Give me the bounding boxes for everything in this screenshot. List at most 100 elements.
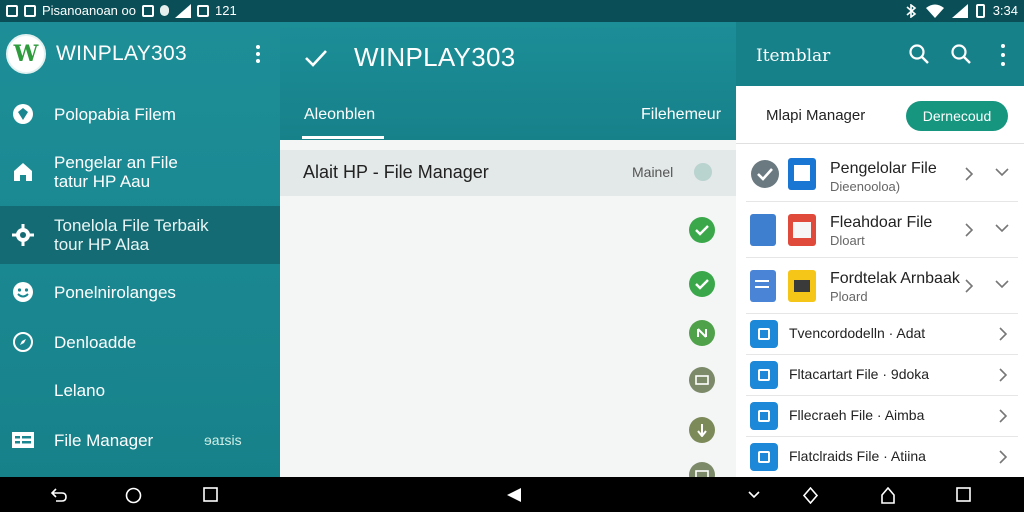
folder-icon	[750, 402, 778, 430]
panel-header: Mlapi Manager Dernecoud	[736, 86, 1024, 144]
list-header-title: Alait HP - File Manager	[303, 162, 489, 182]
right-toolbar-title: Itemblar	[756, 46, 831, 66]
chevron-right-icon[interactable]	[998, 409, 1008, 423]
chevron-right-icon[interactable]	[964, 278, 974, 293]
status-circle-icon[interactable]	[689, 417, 715, 443]
drawer-item-ponelnirolanges[interactable]: Ponelnirolanges	[0, 266, 280, 318]
recents-icon[interactable]	[203, 487, 218, 502]
folder-row[interactable]: Fllecraeh File · Aimba	[746, 396, 1018, 437]
check-icon[interactable]	[304, 48, 328, 68]
chevron-right-icon[interactable]	[998, 450, 1008, 464]
gear-icon	[11, 223, 35, 247]
chevron-right-icon[interactable]	[998, 368, 1008, 382]
right-toolbar: Itemblar	[736, 22, 1024, 86]
list-header-meta: Mainel	[632, 164, 674, 180]
file-row-title: Fleahdoar File	[830, 214, 933, 231]
chevron-down-icon[interactable]	[995, 279, 1009, 289]
chevron-down-icon[interactable]	[995, 223, 1009, 233]
download-button[interactable]: Dernecoud	[906, 101, 1008, 131]
doc-blue-icon	[750, 214, 776, 246]
folder-row[interactable]: Flatclraids File · Atiina	[746, 437, 1018, 477]
navigation-drawer: W WINPLAY303 Polopabia Filem Pengelar an…	[0, 22, 280, 477]
folder-row-title: Fltacartart File · 9doka	[789, 366, 930, 382]
drawer-item-label: Ponelnirolanges	[54, 282, 176, 302]
check-circle-icon[interactable]	[689, 271, 715, 297]
folder-row-title: Fllecraeh File · Aimba	[789, 407, 925, 423]
wifi-icon	[925, 4, 944, 18]
notification-icon	[6, 4, 18, 17]
search-nav-icon[interactable]	[802, 487, 819, 504]
back-icon[interactable]	[50, 487, 68, 503]
drawer-item-denloadde[interactable]: Denloadde	[0, 318, 280, 366]
back-triangle-icon[interactable]	[505, 487, 523, 503]
drawer-item-file-manager[interactable]: File Manager ɘaɪsis	[0, 416, 280, 464]
folder-row-title: Flatclraids File · Atiina	[789, 448, 926, 464]
sim-icon	[196, 4, 209, 17]
doc-blue-icon	[788, 158, 816, 190]
app-notification-icon	[24, 4, 36, 17]
sim-text: 121	[214, 3, 237, 18]
drawer-item-pengelar[interactable]: Pengelar an File tatur HP Aau	[0, 140, 280, 204]
main-title: WINPLAY303	[354, 42, 516, 72]
folder-row-title: Tvencordodelln · Adat	[789, 325, 926, 341]
folder-icon	[750, 320, 778, 348]
drawer-item-polopabia[interactable]: Polopabia Filem	[0, 88, 280, 140]
file-row-subtitle: Ploard	[830, 289, 868, 304]
list-header-row[interactable]: Alait HP - File Manager Mainel	[280, 150, 736, 196]
chevron-right-icon[interactable]	[964, 222, 974, 237]
tab-filehemeur[interactable]: Filehemeur	[641, 106, 721, 124]
chevron-down-icon[interactable]	[995, 167, 1009, 177]
bluetooth-icon	[906, 3, 916, 18]
folder-row[interactable]: Fltacartart File · 9doka	[746, 355, 1018, 396]
system-navigation-bar	[0, 477, 1024, 512]
file-row-subtitle: Dieenooloa)	[830, 179, 901, 194]
folder-row[interactable]: Tvencordodelln · Adat	[746, 314, 1018, 355]
chevron-down-icon[interactable]	[748, 491, 760, 499]
drawer-item-label: Pengelar an File tatur HP Aau	[54, 153, 178, 191]
file-row-title: Pengelolar File	[830, 160, 937, 177]
drawer-item-label: Lelano	[54, 380, 106, 400]
drawer-item-tonelola[interactable]: Tonelola File Terbaik tour HP Alaa	[0, 206, 280, 264]
drawer-item-label: Denloadde	[54, 332, 137, 352]
home-button-icon[interactable]	[125, 487, 142, 504]
tab-aleonblen[interactable]: Aleonblen	[304, 106, 375, 124]
file-row[interactable]: Fordtelak Arnbaak Ploard	[746, 258, 1018, 314]
file-manager-panel: Mlapi Manager Dernecoud Pengelolar File …	[736, 86, 1024, 477]
main-panel: WINPLAY303 Aleonblen Filehemeur Alait HP…	[280, 22, 736, 488]
status-bar: Pisanoanoan oo 121 3:34	[0, 0, 1024, 22]
file-row[interactable]: Pengelolar File Dieenooloa)	[746, 146, 1018, 202]
status-text: Pisanoanoan oo	[42, 3, 136, 18]
file-manager-icon	[11, 428, 35, 452]
folder-icon	[750, 443, 778, 471]
battery-icon	[975, 3, 985, 18]
drawer-item-label: Tonelola File Terbaik tour HP Alaa	[54, 216, 209, 254]
chevron-right-icon[interactable]	[964, 166, 974, 181]
main-app-bar: WINPLAY303 Aleonblen Filehemeur	[280, 22, 736, 140]
check-circle-icon[interactable]	[750, 159, 780, 189]
drawer-app-title: WINPLAY303	[56, 42, 187, 65]
status-circle-icon[interactable]	[689, 320, 715, 346]
smiley-icon	[11, 280, 35, 304]
file-row-subtitle: Dloart	[830, 233, 865, 248]
clock: 3:34	[992, 3, 1018, 18]
recents-icon[interactable]	[956, 487, 971, 502]
more-options-icon[interactable]	[1001, 44, 1007, 66]
drawer-item-lelano[interactable]: Lelano	[0, 366, 280, 414]
signal-strength-icon	[951, 3, 968, 18]
doc-yellow-icon	[788, 270, 816, 302]
chevron-right-icon[interactable]	[998, 327, 1008, 341]
app-logo: W	[6, 34, 46, 74]
search-icon[interactable]	[908, 43, 930, 65]
panel-header-label: Mlapi Manager	[766, 107, 866, 124]
more-options-icon[interactable]	[248, 42, 268, 66]
doc-blue-icon	[750, 270, 776, 302]
file-row[interactable]: Fleahdoar File Dloart	[746, 202, 1018, 258]
location-icon	[159, 5, 169, 16]
active-tab-indicator	[302, 136, 384, 139]
home-nav-icon[interactable]	[880, 487, 896, 504]
check-circle-icon[interactable]	[689, 217, 715, 243]
status-circle-icon[interactable]	[689, 367, 715, 393]
status-circle-icon	[694, 163, 712, 181]
drawer-item-label: Polopabia Filem	[54, 104, 176, 124]
search-icon[interactable]	[950, 43, 972, 65]
